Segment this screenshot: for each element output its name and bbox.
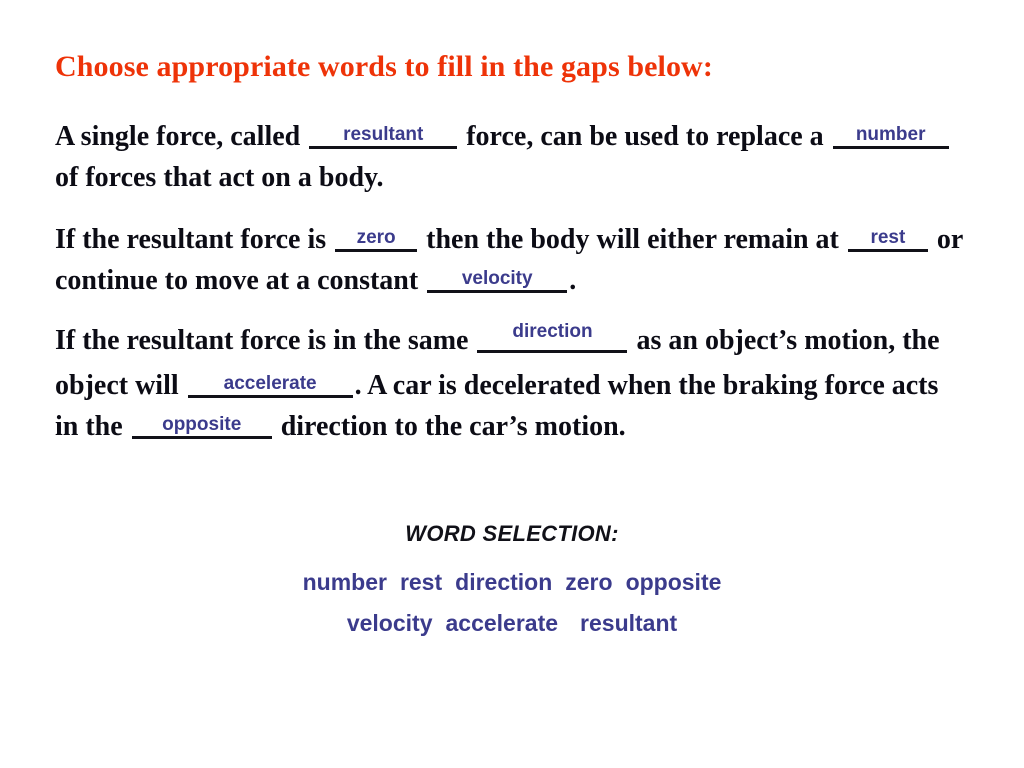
- paragraph-text: direction to the car’s motion.: [273, 411, 626, 442]
- paragraph-text: If the resultant force is: [55, 224, 334, 255]
- word-selection-row: number rest direction zero opposite: [0, 562, 1024, 603]
- word-selection-heading: WORD SELECTION:: [405, 521, 619, 546]
- word-selection-row: velocity accelerate resultant: [0, 603, 1024, 644]
- paragraph-text: .: [569, 265, 577, 296]
- fill-in-paragraph-2: If the resultant force is zero then the …: [55, 219, 965, 301]
- word-option-zero[interactable]: zero: [565, 562, 612, 603]
- answer-blank-resultant[interactable]: resultant: [309, 125, 458, 149]
- paragraph-text: then the body will either remain at: [419, 224, 846, 255]
- answer-blank-rest[interactable]: rest: [847, 228, 928, 252]
- answer-blank-opposite[interactable]: opposite: [131, 415, 272, 439]
- paragraph-text: A single force, called: [55, 121, 308, 152]
- word-option-number[interactable]: number: [303, 562, 387, 603]
- word-gap: [552, 562, 565, 603]
- answer-blank-velocity[interactable]: velocity: [427, 269, 568, 293]
- word-gap: [442, 562, 455, 603]
- answer-blank-number[interactable]: number: [832, 125, 949, 149]
- answer-blank-zero[interactable]: zero: [335, 228, 418, 252]
- word-gap: [432, 603, 445, 644]
- paragraph-text: force, can be used to replace a: [459, 121, 831, 152]
- word-gap: [558, 603, 580, 644]
- word-option-resultant[interactable]: resultant: [580, 603, 677, 644]
- paragraph-text: of forces that act on a body.: [55, 162, 384, 193]
- answer-blank-accelerate[interactable]: accelerate: [187, 374, 353, 398]
- word-option-rest[interactable]: rest: [400, 562, 442, 603]
- answer-blank-direction[interactable]: direction: [477, 322, 628, 353]
- page-title: Choose appropriate words to fill in the …: [55, 50, 713, 83]
- word-selection-block: WORD SELECTION: number rest direction ze…: [0, 520, 1024, 644]
- word-option-opposite[interactable]: opposite: [626, 562, 722, 603]
- fill-in-paragraph-1: A single force, called resultant force, …: [55, 116, 965, 198]
- word-option-direction[interactable]: direction: [455, 562, 552, 603]
- paragraph-text: If the resultant force is in the same: [55, 325, 476, 356]
- word-gap: [613, 562, 626, 603]
- worksheet-slide: Choose appropriate words to fill in the …: [0, 0, 1024, 768]
- fill-in-paragraph-3: If the resultant force is in the same di…: [55, 320, 965, 447]
- word-option-accelerate[interactable]: accelerate: [445, 603, 558, 644]
- word-option-velocity[interactable]: velocity: [347, 603, 433, 644]
- word-gap: [387, 562, 400, 603]
